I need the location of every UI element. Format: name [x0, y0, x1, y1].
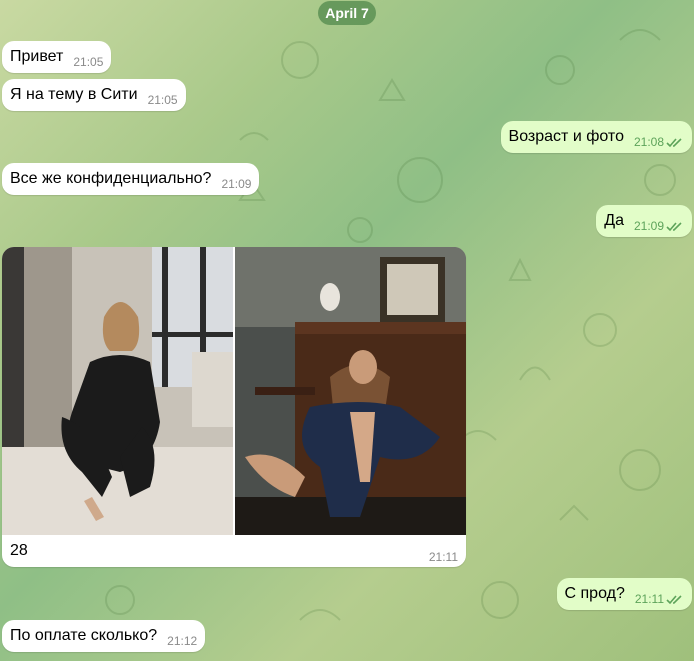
double-check-icon — [666, 595, 682, 605]
photo-thumbnail[interactable] — [235, 247, 466, 535]
message-text: С прод? — [564, 585, 625, 602]
message-text: Я на тему в Сити — [10, 86, 138, 103]
message-outgoing[interactable]: С прод? 21:11 — [556, 578, 692, 610]
message-incoming[interactable]: Все же конфиденциально? 21:09 — [2, 163, 260, 195]
message-outgoing[interactable]: Возраст и фото 21:08 — [500, 121, 692, 153]
album-caption: 28 — [10, 542, 28, 559]
message-time: 21:08 — [634, 135, 684, 149]
double-check-icon — [666, 138, 682, 148]
photo-thumbnail[interactable] — [2, 247, 233, 535]
message-incoming[interactable]: Привет 21:05 — [2, 41, 112, 73]
message-time: 21:09 — [634, 219, 684, 233]
message-time: 21:09 — [221, 177, 252, 191]
message-text: Да — [604, 212, 624, 229]
message-incoming[interactable]: Я на тему в Сити 21:05 — [2, 79, 186, 111]
message-text: Возраст и фото — [508, 128, 624, 145]
message-time: 21:11 — [428, 550, 458, 564]
date-separator: April 7 — [318, 1, 376, 25]
double-check-icon — [666, 222, 682, 232]
message-time: 21:05 — [147, 93, 178, 107]
message-time: 21:11 — [635, 592, 684, 606]
message-time: 21:05 — [73, 55, 104, 69]
message-text: По оплате сколько? — [10, 627, 158, 644]
photo-album-message[interactable]: 28 21:11 — [2, 247, 466, 567]
message-outgoing[interactable]: Да 21:09 — [596, 205, 692, 237]
message-time: 21:12 — [167, 634, 198, 648]
message-text: Привет — [10, 48, 64, 65]
message-incoming[interactable]: По оплате сколько? 21:12 — [2, 620, 206, 652]
message-text: Все же конфиденциально? — [10, 170, 212, 187]
